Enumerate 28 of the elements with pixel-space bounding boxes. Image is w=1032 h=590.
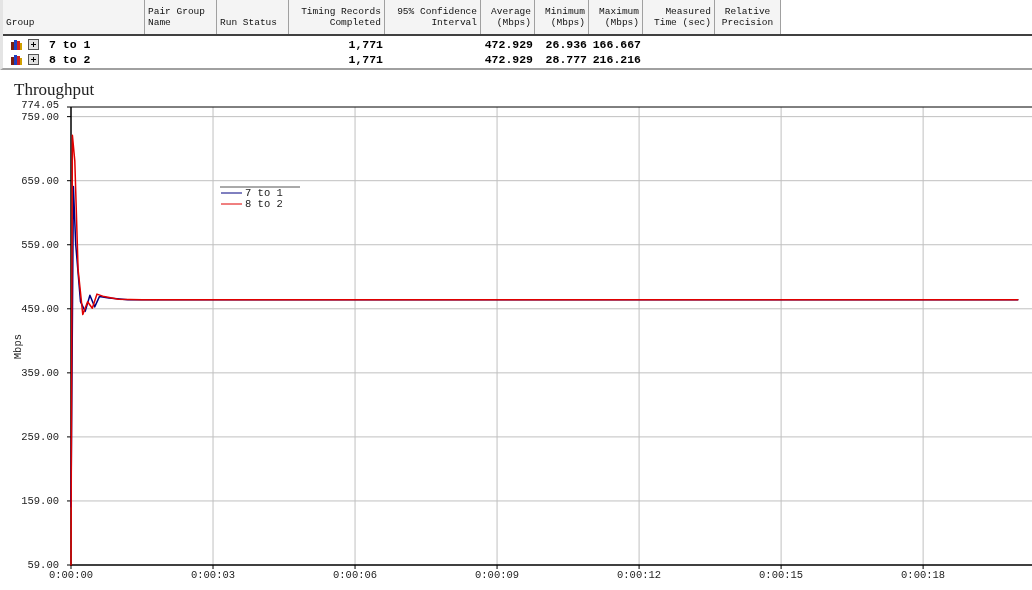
table-cell-text: 1,771 xyxy=(347,52,384,67)
legend-label: 7 to 1 xyxy=(245,187,283,199)
y-tick-label: 459.00 xyxy=(21,302,59,315)
table-cell-text: 28.777 xyxy=(544,52,588,67)
x-tick-label: 0:00:03 xyxy=(190,569,236,581)
x-tick-label: 0:00:15 xyxy=(759,569,804,581)
table-cell-text: 26.936 xyxy=(544,37,588,52)
y-tick-label: 259.00 xyxy=(21,430,59,443)
y-tick-label: 759.00 xyxy=(21,110,59,123)
table-cell-text: 166.667 xyxy=(591,37,642,52)
table-cell-text: 472.929 xyxy=(483,52,534,67)
table-cell-text: 216.216 xyxy=(591,52,642,67)
x-tick-label: 0:00:09 xyxy=(475,569,520,581)
y-tick-label: 659.00 xyxy=(21,174,59,187)
y-tick-label: 774.05 xyxy=(21,99,59,111)
legend-label: 8 to 2 xyxy=(245,198,283,210)
y-tick-label: 559.00 xyxy=(21,238,59,251)
x-tick-label: 0:00:06 xyxy=(333,569,378,581)
y-tick-label: 59.00 xyxy=(27,559,59,571)
y-tick-label: 359.00 xyxy=(21,366,59,379)
y-axis-label: Mbps xyxy=(12,334,24,360)
table-cell-text: 1,771 xyxy=(347,37,384,52)
x-tick-label: 0:00:00 xyxy=(48,569,94,581)
table-cell-text: 472.929 xyxy=(483,37,534,52)
y-tick-label: 159.00 xyxy=(21,494,59,507)
x-tick-label: 0:00:12 xyxy=(617,569,662,581)
x-tick-label: 0:00:18 xyxy=(901,569,946,581)
chart-title: Throughput xyxy=(14,80,95,99)
